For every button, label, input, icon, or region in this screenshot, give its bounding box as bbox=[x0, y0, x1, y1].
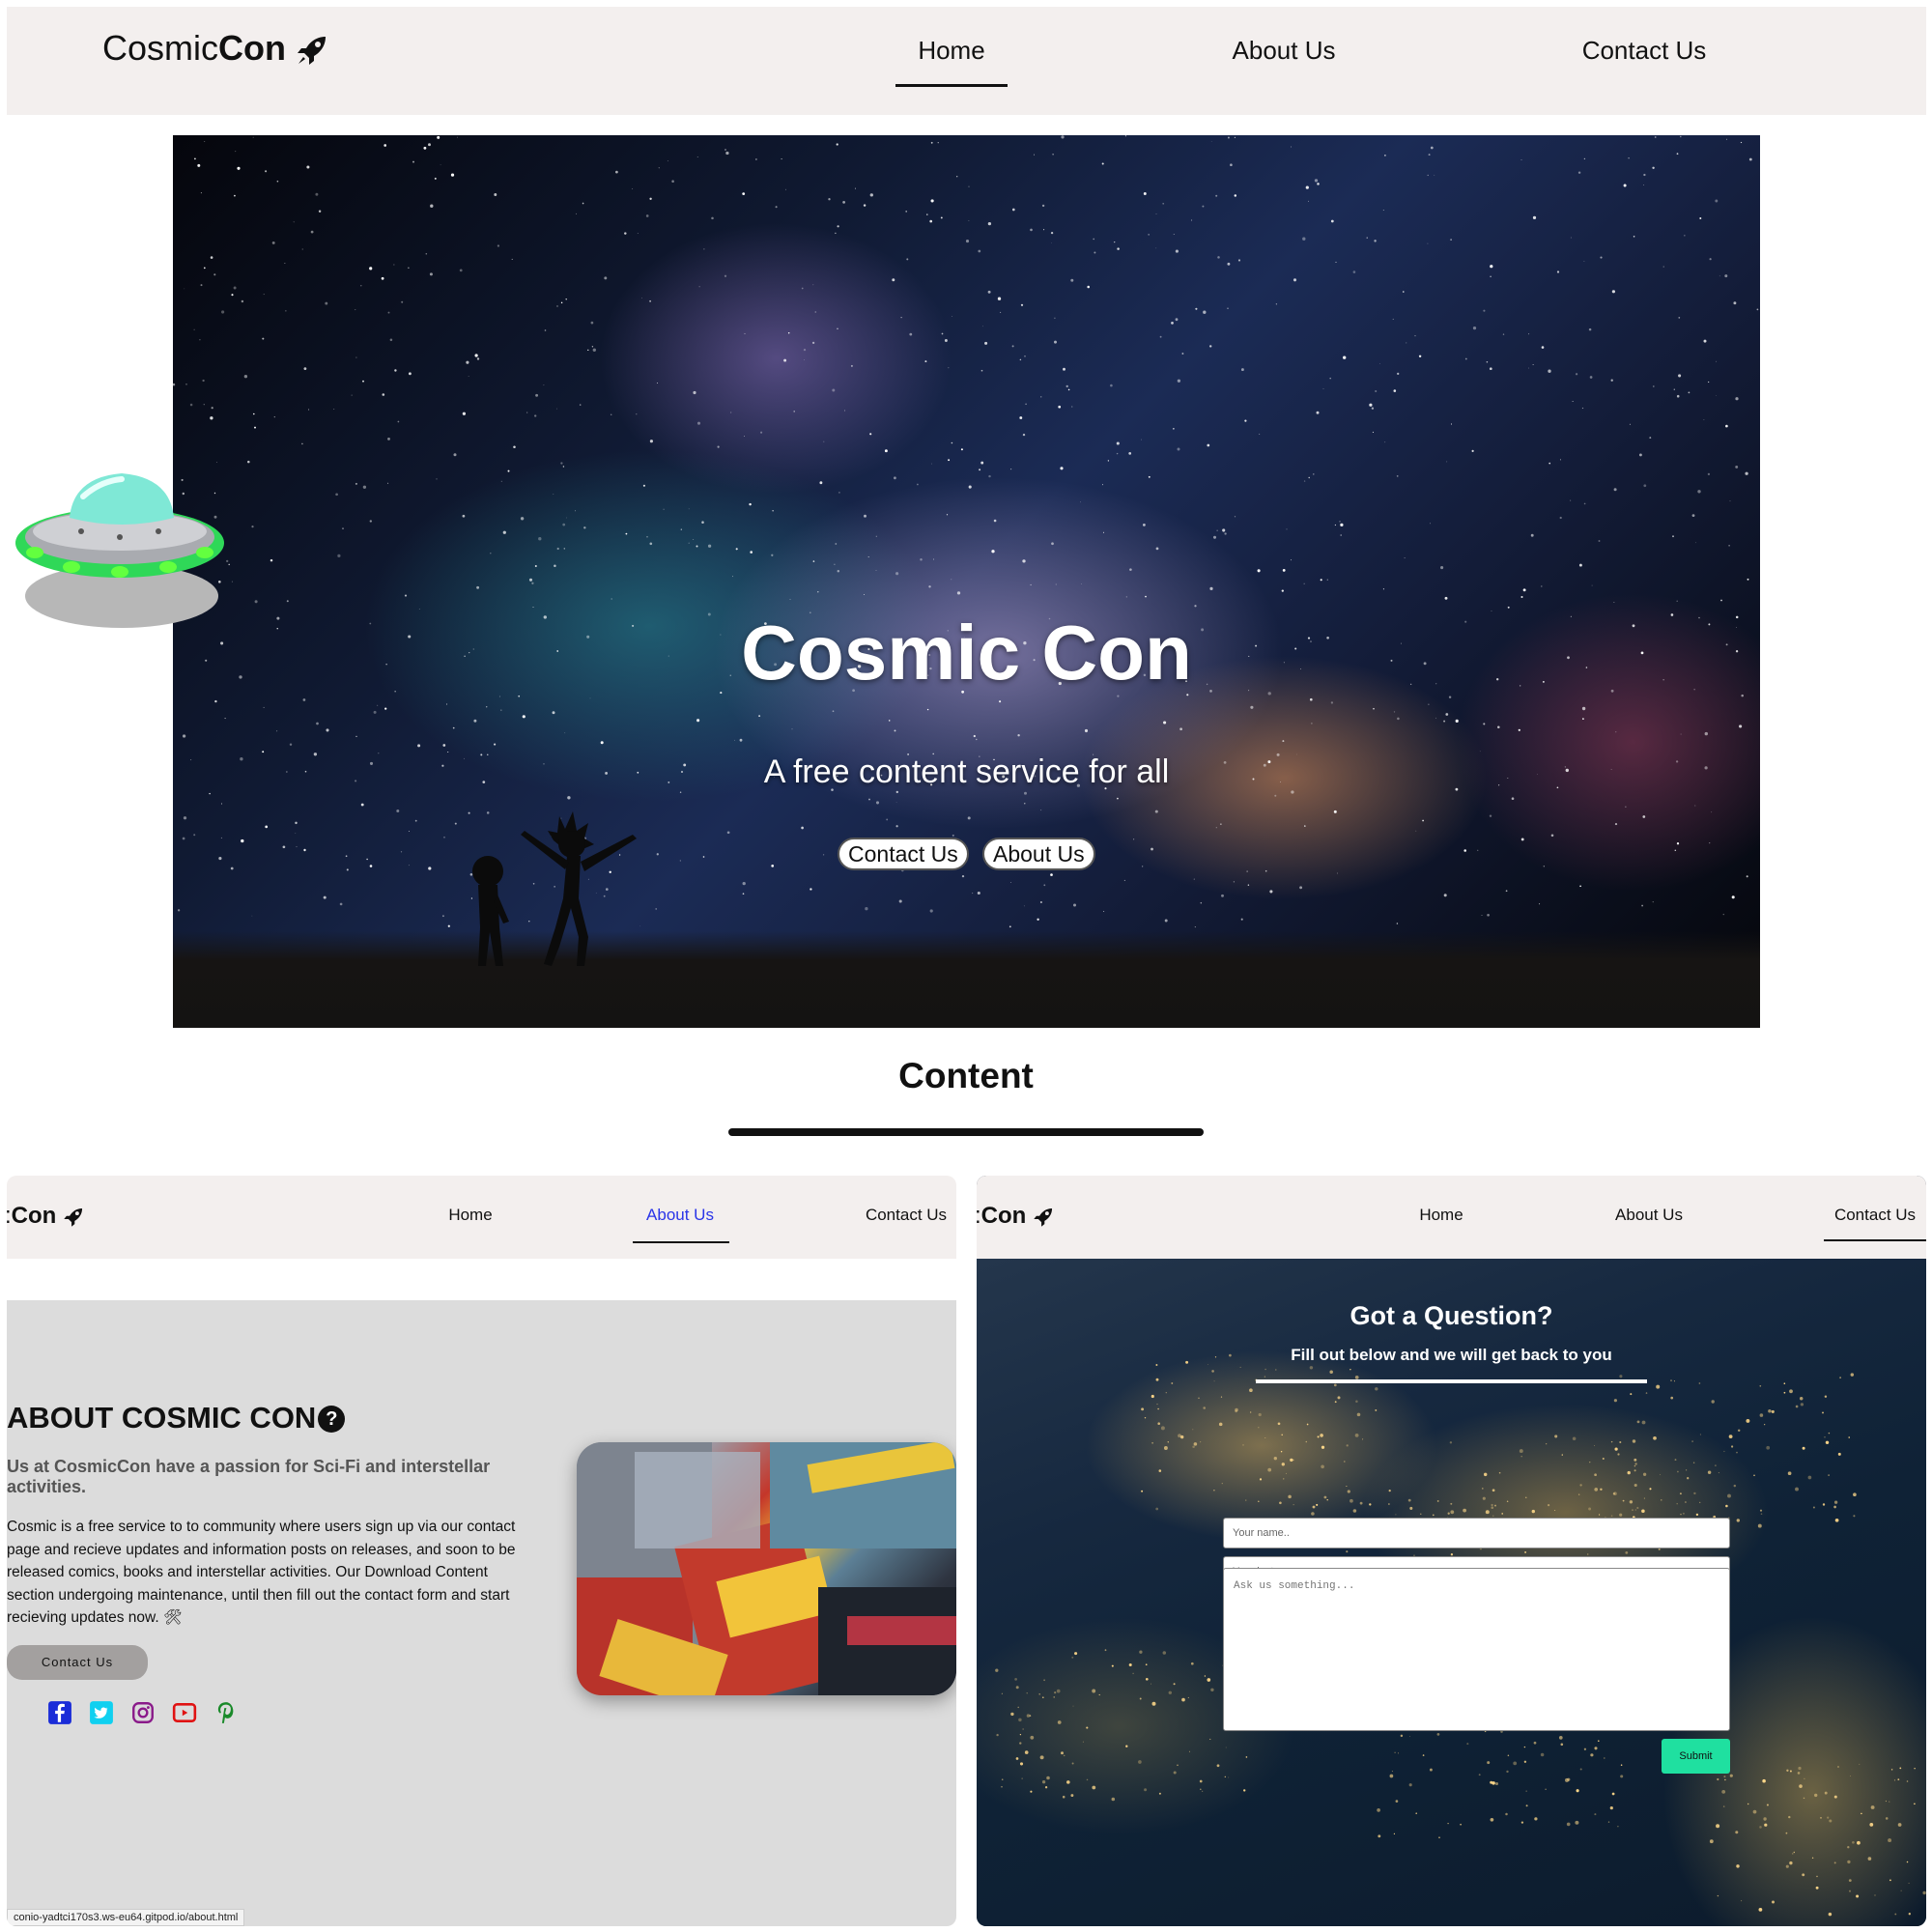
facebook-icon[interactable] bbox=[47, 1700, 72, 1725]
contact-divider bbox=[1256, 1379, 1647, 1383]
hero-subtitle: A free content service for all bbox=[763, 753, 1170, 790]
contact-page-screenshot: :Con Home About Us Contact Us Got a Ques… bbox=[977, 1176, 1926, 1926]
contact-subtitle: Fill out below and we will get back to y… bbox=[1291, 1346, 1612, 1364]
comics-image bbox=[577, 1442, 956, 1695]
first-name-field[interactable] bbox=[1223, 1518, 1730, 1548]
about-nav-contact-us[interactable]: Contact Us bbox=[866, 1206, 947, 1225]
hero-ground bbox=[173, 931, 1760, 1028]
youtube-icon[interactable] bbox=[172, 1700, 197, 1725]
about-page-screenshot: :Con Home About Us Contact Us ABOUT COSM… bbox=[7, 1176, 956, 1926]
brand-logo[interactable]: CosmicCon bbox=[102, 28, 328, 69]
contact-nav-about-us[interactable]: About Us bbox=[1615, 1206, 1683, 1225]
contact-brand-bold: Con bbox=[980, 1203, 1027, 1229]
contact-brand-logo[interactable]: :Con bbox=[977, 1203, 1054, 1230]
about-title: ABOUT COSMIC CON? bbox=[7, 1401, 346, 1435]
about-body-text: Cosmic is a free service to to community… bbox=[7, 1519, 516, 1626]
content-heading: Content bbox=[898, 1056, 1034, 1095]
instagram-icon[interactable] bbox=[130, 1700, 156, 1725]
about-brand-logo[interactable]: :Con bbox=[7, 1203, 84, 1230]
brand-light: Cosmic bbox=[102, 28, 219, 68]
content-divider bbox=[728, 1128, 1204, 1136]
message-field[interactable] bbox=[1223, 1568, 1730, 1731]
pinterest-icon[interactable] bbox=[213, 1700, 239, 1725]
about-nav-home[interactable]: Home bbox=[448, 1206, 492, 1225]
about-nav-about-us[interactable]: About Us bbox=[646, 1206, 714, 1225]
about-navbar: :Con Home About Us Contact Us bbox=[7, 1176, 956, 1259]
about-title-text: ABOUT COSMIC CON bbox=[7, 1401, 317, 1435]
contact-nav-active-underline bbox=[1824, 1239, 1926, 1241]
rocket-icon bbox=[1034, 1208, 1053, 1227]
rocket-icon bbox=[298, 37, 327, 66]
contact-nav-contact-us[interactable]: Contact Us bbox=[1834, 1206, 1916, 1225]
nav-contact-us[interactable]: Contact Us bbox=[1582, 36, 1707, 66]
hero-banner: Cosmic Con A free content service for al… bbox=[173, 135, 1760, 1028]
browser-status-url: conio-yadtci170s3.ws-eu64.gitpod.io/abou… bbox=[7, 1909, 245, 1926]
ufo-icon bbox=[15, 473, 224, 628]
submit-button[interactable]: Submit bbox=[1662, 1739, 1730, 1774]
about-lead-text: Us at CosmicCon have a passion for Sci-F… bbox=[7, 1457, 491, 1496]
rocket-icon bbox=[64, 1208, 83, 1227]
nav-home-active-underline bbox=[895, 84, 1008, 87]
hero-title: Cosmic Con bbox=[741, 610, 1192, 696]
comics-collage bbox=[577, 1442, 956, 1695]
contact-navbar: :Con Home About Us Contact Us bbox=[977, 1176, 1926, 1259]
about-contact-button[interactable]: Contact Us bbox=[7, 1645, 148, 1680]
brand-bold: Con bbox=[218, 28, 286, 68]
character-silhouettes bbox=[472, 811, 637, 966]
contact-nav-home[interactable]: Home bbox=[1419, 1206, 1463, 1225]
contact-title: Got a Question? bbox=[1350, 1301, 1553, 1330]
top-navbar: CosmicCon Home About Us Contact Us bbox=[7, 7, 1926, 115]
starfield bbox=[173, 135, 1759, 928]
hero-about-button[interactable]: About Us bbox=[982, 838, 1095, 870]
question-icon: ? bbox=[318, 1406, 346, 1433]
twitter-icon[interactable] bbox=[89, 1700, 114, 1725]
nav-about-us[interactable]: About Us bbox=[1233, 36, 1336, 66]
hero-contact-button[interactable]: Contact Us bbox=[838, 838, 969, 870]
about-brand-bold: Con bbox=[11, 1203, 57, 1229]
nav-home[interactable]: Home bbox=[918, 36, 984, 66]
about-nav-active-underline bbox=[633, 1241, 729, 1243]
